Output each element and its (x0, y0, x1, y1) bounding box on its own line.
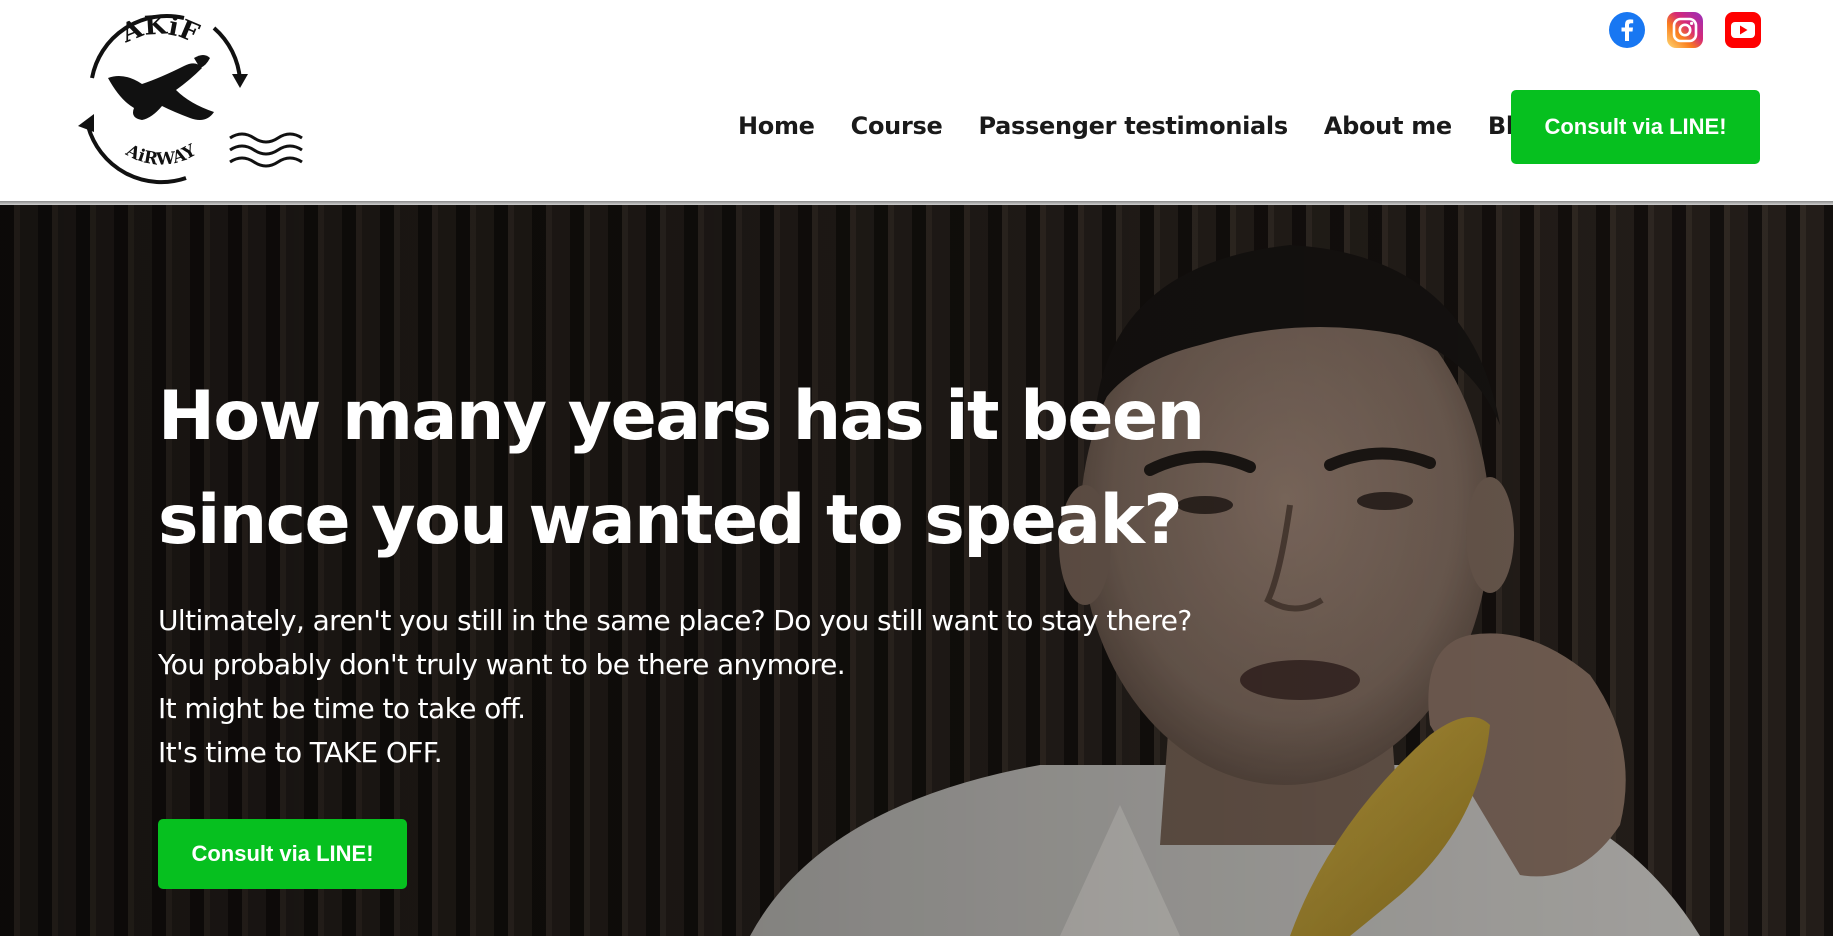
instagram-link[interactable] (1667, 12, 1703, 48)
svg-text:AKiF: AKiF (116, 10, 203, 49)
nav-item-about-me[interactable]: About me (1324, 112, 1452, 140)
hero-title-line-2: since you wanted to speak? (158, 481, 1183, 560)
hero-line-3: It might be time to take off. (158, 692, 526, 725)
hero-subtext: Ultimately, aren't you still in the same… (158, 599, 1258, 775)
hero-content: How many years has it been since you wan… (158, 365, 1258, 775)
site-header: AKiF AiRWAY Home Course Passenger testim… (0, 0, 1833, 201)
airplane-banana-logo-icon: AKiF AiRWAY (78, 10, 303, 185)
header-consult-line-button[interactable]: Consult via LINE! (1511, 90, 1760, 164)
youtube-link[interactable] (1725, 12, 1761, 48)
svg-text:AiRWAY: AiRWAY (122, 140, 200, 170)
youtube-icon (1725, 12, 1761, 48)
hero-title-line-1: How many years has it been (158, 377, 1205, 456)
hero-line-1: Ultimately, aren't you still in the same… (158, 604, 1192, 637)
facebook-icon (1609, 12, 1645, 48)
hero-section: How many years has it been since you wan… (0, 205, 1833, 936)
social-links (1609, 12, 1761, 48)
main-nav: Home Course Passenger testimonials About… (738, 112, 1547, 140)
facebook-link[interactable] (1609, 12, 1645, 48)
hero-title: How many years has it been since you wan… (158, 365, 1258, 573)
instagram-icon (1667, 12, 1703, 48)
site-logo[interactable]: AKiF AiRWAY (64, 8, 304, 188)
hero-line-4: It's time to TAKE OFF. (158, 736, 443, 769)
nav-item-course[interactable]: Course (851, 112, 943, 140)
nav-item-passenger-testimonials[interactable]: Passenger testimonials (978, 112, 1288, 140)
hero-line-2: You probably don't truly want to be ther… (158, 648, 846, 681)
nav-item-home[interactable]: Home (738, 112, 815, 140)
hero-consult-line-button[interactable]: Consult via LINE! (158, 819, 407, 889)
